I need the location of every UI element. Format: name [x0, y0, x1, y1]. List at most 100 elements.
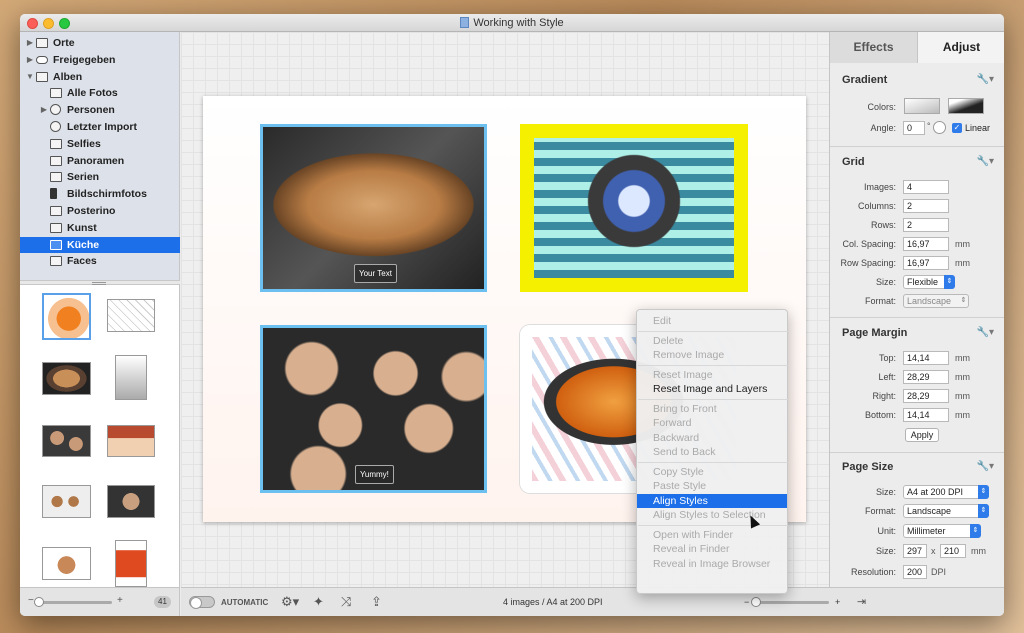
thumbnail-dough[interactable]	[42, 485, 91, 518]
tab-adjust[interactable]: Adjust	[918, 32, 1004, 63]
margin-left-field[interactable]: 28,29	[903, 370, 949, 384]
automatic-toggle[interactable]	[189, 596, 215, 609]
sidebar-item[interactable]: Küche	[20, 236, 180, 253]
grid-rows-field[interactable]: 2	[903, 218, 949, 232]
margin-top-field[interactable]: 14,14	[903, 351, 949, 365]
disclosure-triangle-icon[interactable]: ▶	[26, 52, 34, 68]
menu-item[interactable]: Delete	[637, 334, 787, 348]
grid-columns-field[interactable]: 2	[903, 199, 949, 213]
gradient-angle-field[interactable]: 0	[903, 121, 925, 135]
thumbnail-rolls[interactable]	[42, 425, 91, 457]
sidebar-item[interactable]: Alle Fotos	[20, 85, 180, 101]
canvas-zoom-knob[interactable]	[751, 597, 761, 607]
margin-right-field[interactable]: 28,29	[903, 389, 949, 403]
sidebar-item[interactable]: ▶ Orte	[20, 35, 180, 51]
wrench-icon[interactable]: 🔧▾	[977, 461, 994, 472]
menu-item[interactable]: Remove Image	[637, 348, 787, 362]
sidebar-item[interactable]: Serien	[20, 169, 180, 185]
sidebar-toggle-icon[interactable]: ⇥	[857, 595, 866, 609]
wrench-icon[interactable]: 🔧▾	[977, 327, 994, 338]
sidebar-item[interactable]: ▶ Freigegeben	[20, 52, 180, 68]
photo-plate[interactable]	[520, 124, 748, 292]
menu-item[interactable]: Forward	[637, 416, 787, 430]
page-unit-label: Unit:	[877, 526, 896, 536]
shuffle-icon[interactable]: ⤨	[341, 595, 351, 609]
thumbnail-mixer[interactable]	[115, 355, 147, 400]
menu-item[interactable]: Reset Image	[637, 368, 787, 382]
page-height-field[interactable]: 210	[940, 544, 966, 558]
page-width-field[interactable]: 297	[903, 544, 927, 558]
menu-item[interactable]: Open with Finder	[637, 528, 787, 542]
thumbnail-sketch[interactable]	[107, 299, 155, 332]
disclosure-triangle-icon[interactable]: ▶	[26, 35, 34, 51]
menu-item[interactable]: Edit	[637, 314, 787, 328]
zoom-out-icon[interactable]: −	[28, 595, 34, 606]
sidebar-item[interactable]: ▶ Personen	[20, 102, 180, 118]
margin-apply-button[interactable]: Apply	[905, 428, 939, 442]
wrench-icon[interactable]: 🔧▾	[977, 74, 994, 85]
thumbnail-pastry[interactable]	[107, 425, 155, 457]
menu-item[interactable]: Backward	[637, 431, 787, 445]
settings-gear-icon[interactable]: ⚙▾	[281, 595, 299, 609]
zoom-window-button[interactable]	[59, 18, 70, 29]
page-size-popup[interactable]: A4 at 200 DPI ⇕	[903, 485, 989, 499]
margin-bottom-field[interactable]: 14,14	[903, 408, 949, 422]
canvas-zoom-slider[interactable]	[753, 601, 829, 604]
close-window-button[interactable]	[27, 18, 38, 29]
page-unit-popup[interactable]: Millimeter ⇕	[903, 524, 981, 538]
gradient-linear-checkbox[interactable]: ✓	[952, 123, 962, 133]
menu-item[interactable]: Reveal in Image Browser	[637, 557, 787, 571]
thumbnail-jar[interactable]	[115, 540, 147, 587]
gradient-angle-dial[interactable]	[933, 121, 946, 134]
minimize-window-button[interactable]	[43, 18, 54, 29]
gradient-end-color-well[interactable]	[948, 98, 984, 114]
sidebar-item[interactable]: Posterino	[20, 203, 180, 219]
album-icon	[50, 88, 62, 99]
thumbnail-orange[interactable]	[42, 293, 91, 340]
menu-item[interactable]: Reset Image and Layers	[637, 382, 787, 396]
sidebar-item[interactable]: ▼ Alben	[20, 69, 180, 85]
thumbnail-baking-tray[interactable]	[107, 485, 155, 518]
sidebar-item[interactable]: Faces	[20, 253, 180, 269]
disclosure-triangle-icon[interactable]: ▼	[26, 69, 34, 85]
zoom-in-icon[interactable]: +	[117, 595, 123, 606]
menu-item[interactable]: Reveal in Finder	[637, 542, 787, 556]
thumbnail-bread[interactable]	[42, 362, 91, 395]
sidebar-item[interactable]: Letzter Import	[20, 119, 180, 135]
caption-bread[interactable]: Your Text	[354, 264, 397, 283]
menu-item[interactable]: Copy Style	[637, 465, 787, 479]
share-icon[interactable]: ⇪	[371, 595, 382, 609]
magic-wand-icon[interactable]: ✦	[313, 595, 324, 609]
grid-format-popup[interactable]: Landscape ⇕	[903, 294, 969, 308]
grid-col-spacing-field[interactable]: 16,97	[903, 237, 949, 251]
grid-size-popup[interactable]: Flexible ⇕	[903, 275, 955, 289]
popup-arrows-icon: ⇕	[960, 297, 967, 304]
photo-bread[interactable]: Your Text	[260, 124, 487, 292]
page-format-popup[interactable]: Landscape ⇕	[903, 504, 989, 518]
album-icon	[50, 256, 62, 267]
canvas-zoom-in-icon[interactable]: +	[835, 588, 840, 616]
sidebar-item[interactable]: Kunst	[20, 220, 180, 236]
menu-item[interactable]: Align Styles to Selection	[637, 508, 787, 522]
photo-buns[interactable]: Yummy!	[260, 325, 487, 493]
page-resolution-field[interactable]: 200	[903, 565, 927, 579]
tab-effects[interactable]: Effects	[830, 32, 918, 63]
caption-buns[interactable]: Yummy!	[355, 465, 394, 484]
thumbnail-size-knob[interactable]	[34, 597, 44, 607]
sidebar-item[interactable]: Bildschirmfotos	[20, 186, 180, 202]
menu-item[interactable]: Send to Back	[637, 445, 787, 459]
thumbnail-bun[interactable]	[42, 547, 91, 580]
thumbnail-count-badge: 41	[154, 596, 171, 608]
menu-item[interactable]: Paste Style	[637, 479, 787, 493]
thumbnail-size-slider[interactable]	[36, 601, 112, 604]
grid-row-spacing-field[interactable]: 16,97	[903, 256, 949, 270]
disclosure-triangle-icon[interactable]: ▶	[40, 102, 48, 118]
wrench-icon[interactable]: 🔧▾	[977, 156, 994, 167]
sidebar-item[interactable]: Selfies	[20, 136, 180, 152]
gradient-start-color-well[interactable]	[904, 98, 940, 114]
grid-images-field[interactable]: 4	[903, 180, 949, 194]
sidebar-item[interactable]: Panoramen	[20, 153, 180, 169]
margin-top-label: Top:	[878, 353, 896, 363]
menu-item[interactable]: Bring to Front	[637, 402, 787, 416]
menu-item[interactable]: Align Styles	[637, 493, 787, 508]
